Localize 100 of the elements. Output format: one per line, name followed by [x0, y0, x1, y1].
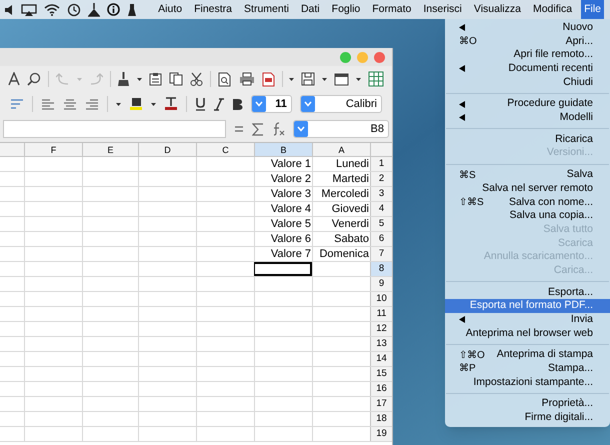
menu-item[interactable]: ⌘P Stampa... [445, 362, 610, 376]
row-header[interactable]: 12 [370, 322, 392, 336]
search-icon[interactable] [27, 72, 41, 86]
menu-item[interactable]: Finestra [191, 0, 236, 19]
menu-item[interactable]: Strumenti [241, 0, 292, 19]
row-header[interactable]: 17 [370, 397, 392, 411]
column-header[interactable]: D [138, 143, 196, 156]
align-left-icon[interactable] [40, 98, 55, 110]
wifi-icon[interactable] [44, 4, 60, 16]
menu-item[interactable]: Formato [369, 0, 414, 19]
close-button[interactable] [374, 52, 385, 62]
row-header[interactable]: 18 [370, 412, 392, 426]
menu-item[interactable]: ⇧⌘O Anteprima di stampa [445, 348, 610, 362]
menu-item[interactable]: ⇧⌘S Salva con nome... [445, 196, 610, 210]
font-size-field[interactable]: 11 [250, 95, 292, 113]
menu-item[interactable]: Proprietà... [445, 398, 610, 412]
align-center-icon[interactable] [62, 98, 77, 110]
equals-icon[interactable] [234, 125, 244, 133]
brush-icon[interactable] [117, 72, 130, 86]
column-header[interactable]: F [24, 143, 82, 156]
menu-item[interactable]: ⌘O Apri... [445, 34, 610, 48]
highlight-icon[interactable] [128, 97, 143, 111]
font-color-icon[interactable] [164, 97, 178, 111]
info-icon[interactable] [107, 3, 120, 16]
spelling-icon[interactable] [8, 72, 20, 86]
menu-item[interactable]: Esporta nel formato PDF... [445, 299, 610, 314]
caret-icon[interactable] [137, 78, 142, 80]
menu-item[interactable]: Dati [298, 0, 323, 19]
name-box-field[interactable]: B8 [293, 120, 389, 138]
menu-item[interactable]: Ricarica [445, 132, 610, 146]
menu-item[interactable]: Apri file remoto... [445, 48, 610, 62]
printer-icon[interactable] [238, 72, 254, 86]
shortcut-label: ⇧⌘S [459, 196, 484, 210]
row-header[interactable]: 8 [370, 262, 392, 276]
row-header[interactable]: 15 [370, 367, 392, 381]
menu-item[interactable]: Invia [445, 313, 610, 327]
selected-cell[interactable] [254, 262, 312, 276]
menu-item[interactable]: Chiudi [445, 76, 610, 90]
row-header[interactable]: 4 [370, 202, 392, 216]
caret-icon[interactable] [116, 102, 121, 106]
caret-icon[interactable] [322, 78, 327, 80]
menu-item[interactable]: Modelli [445, 111, 610, 125]
menu-item[interactable]: Foglio [328, 0, 364, 19]
italic-icon[interactable] [214, 98, 224, 110]
wrap-text-icon[interactable] [10, 98, 24, 110]
window-icon[interactable] [334, 72, 349, 86]
row-header[interactable]: 16 [370, 382, 392, 396]
row-header[interactable]: 7 [370, 247, 392, 261]
screen-mirroring-icon[interactable] [21, 4, 37, 16]
row-header[interactable]: 6 [370, 232, 392, 246]
row-header[interactable]: 11 [370, 307, 392, 321]
table-cell: Valore 5 [254, 217, 312, 231]
menu-item[interactable]: Salva nel server remoto [445, 182, 610, 196]
row-header[interactable]: 5 [370, 217, 392, 231]
menu-item[interactable]: Visualizza [470, 0, 524, 19]
menu-item[interactable]: Esporta... [445, 286, 610, 300]
function-wizard-icon[interactable] [272, 122, 285, 136]
row-header[interactable]: 2 [370, 172, 392, 186]
menu-item[interactable]: Modifica [530, 0, 576, 19]
clock-icon[interactable] [67, 2, 81, 16]
column-header[interactable]: B [254, 143, 312, 156]
column-header[interactable]: A [312, 143, 370, 156]
speaker-icon[interactable] [4, 4, 14, 16]
menu-item[interactable]: ⌘S Salva [445, 168, 610, 182]
clipboard-icon[interactable] [149, 72, 162, 86]
print-preview-icon[interactable] [218, 72, 232, 86]
menu-item[interactable]: Impostazioni stampante... [445, 376, 610, 390]
caret-icon[interactable] [289, 78, 294, 80]
table-cell: Valore 4 [254, 202, 312, 216]
column-header[interactable]: E [82, 143, 138, 156]
caret-icon[interactable] [356, 78, 361, 80]
menu-item[interactable]: File [581, 0, 604, 19]
row-header[interactable]: 3 [370, 187, 392, 201]
scissors-icon[interactable] [190, 72, 203, 86]
menu-item[interactable]: Documenti recenti [445, 62, 610, 76]
ink-bottle-icon[interactable] [127, 2, 137, 16]
row-header[interactable]: 10 [370, 292, 392, 306]
menu-item[interactable]: Firme digitali... [445, 411, 610, 425]
bold-icon[interactable] [232, 98, 243, 110]
pdf-document-icon[interactable] [262, 72, 274, 86]
menu-item[interactable]: Anteprima nel browser web [445, 326, 610, 340]
font-name-field[interactable]: Calibri [300, 95, 382, 113]
align-right-icon[interactable] [84, 98, 99, 110]
underline-icon[interactable] [194, 97, 206, 111]
row-header[interactable]: 14 [370, 352, 392, 366]
menu-item[interactable]: Nuovo [445, 21, 610, 35]
row-header[interactable]: 13 [370, 337, 392, 351]
copy-icon[interactable] [169, 72, 183, 86]
menu-item[interactable]: Aiuto [155, 0, 186, 19]
formula-input-field[interactable] [3, 120, 226, 138]
menu-item[interactable]: Inserisci [420, 0, 465, 19]
menu-item[interactable]: Salva una copia... [445, 209, 610, 223]
sum-icon[interactable] [252, 122, 264, 136]
shortcut-label: ⇧⌘O [459, 348, 485, 363]
row-header[interactable]: 9 [370, 277, 392, 291]
caret-icon[interactable] [150, 102, 156, 106]
row-header[interactable]: 1 [370, 157, 392, 171]
menu-item[interactable]: Procedure guidate [445, 97, 610, 112]
spreadsheet-icon[interactable] [368, 71, 384, 87]
row-header[interactable]: 19 [370, 427, 392, 441]
